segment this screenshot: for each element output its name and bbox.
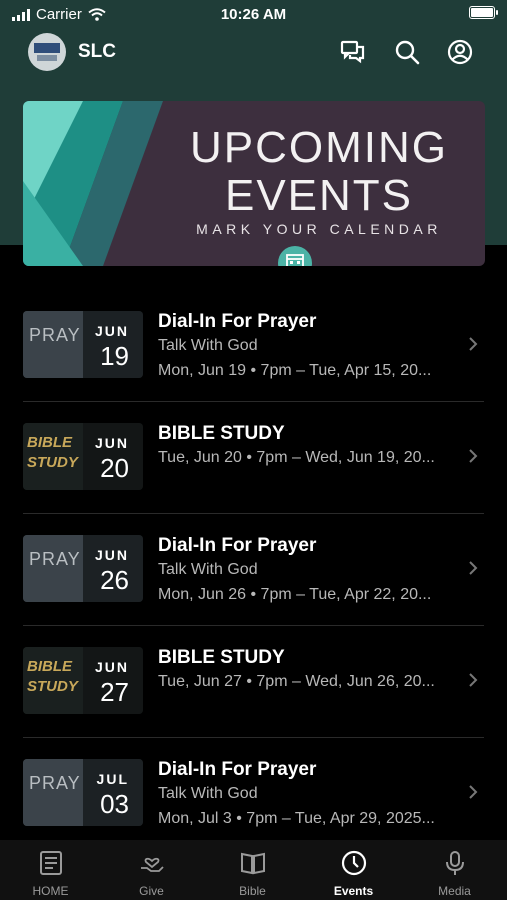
search-icon[interactable] (393, 38, 421, 66)
calendar-icon (278, 246, 312, 266)
event-subtitle: Talk With God (158, 785, 258, 802)
church-logo-avatar[interactable] (28, 33, 66, 71)
tab-media[interactable]: Media (404, 840, 505, 900)
thumbnail-text: BIBLE STUDY (27, 658, 78, 695)
event-day: 27 (100, 677, 129, 707)
event-row[interactable]: PRAY JUN 19 Dial-In For Prayer Talk With… (23, 290, 484, 402)
chevron-right-icon (469, 337, 478, 351)
event-day: 19 (100, 341, 129, 371)
event-thumbnail: PRAY JUN 19 (23, 311, 143, 378)
tab-events[interactable]: Events (303, 840, 404, 900)
event-date: Tue, Jun 20 • 7pm – Wed, Jun 19, 20... (158, 449, 435, 466)
battery-icon (469, 6, 498, 19)
home-icon (40, 851, 62, 875)
tab-label: HOME (32, 884, 69, 898)
event-subtitle: Talk With God (158, 561, 258, 578)
tab-label: Events (333, 884, 374, 898)
status-time: 10:26 AM (220, 6, 287, 23)
chevron-right-icon (469, 785, 478, 799)
bible-icon (241, 852, 265, 875)
event-month: JUL (96, 771, 129, 787)
event-title: BIBLE STUDY (158, 647, 285, 668)
thumbnail-text: PRAY (29, 325, 81, 345)
tab-bible[interactable]: Bible (202, 840, 303, 900)
chat-bubbles-icon[interactable] (339, 38, 367, 66)
event-thumbnail: BIBLE STUDY JUN 20 (23, 423, 143, 490)
event-date: Tue, Jun 27 • 7pm – Wed, Jun 26, 20... (158, 673, 435, 690)
banner-title-line1: UPCOMING (190, 123, 448, 172)
thumbnail-text: PRAY (29, 549, 81, 569)
event-row[interactable]: BIBLE STUDY JUN 27 BIBLE STUDY Tue, Jun … (23, 626, 484, 738)
event-thumbnail: PRAY JUN 26 (23, 535, 143, 602)
tab-label: Bible (239, 884, 266, 898)
event-row[interactable]: PRAY JUL 03 Dial-In For Prayer Talk With… (23, 738, 484, 849)
event-day: 03 (100, 789, 129, 819)
status-bar: Carrier 10:26 AM (0, 0, 507, 30)
event-title: Dial-In For Prayer (158, 759, 317, 780)
event-subtitle: Talk With God (158, 337, 258, 354)
event-date: Mon, Jun 26 • 7pm – Tue, Apr 22, 20... (158, 586, 432, 603)
event-month: JUN (94, 435, 129, 451)
event-thumbnail: BIBLE STUDY JUN 27 (23, 647, 143, 714)
banner-subtitle: MARK YOUR CALENDAR (196, 221, 442, 237)
event-month: JUN (94, 323, 129, 339)
chevron-right-icon (469, 449, 478, 463)
give-icon (141, 857, 164, 872)
event-month: JUN (94, 659, 129, 675)
thumbnail-text: BIBLE STUDY (27, 434, 78, 471)
profile-icon[interactable] (446, 38, 474, 66)
tab-give[interactable]: Give (101, 840, 202, 900)
tab-label: Give (139, 884, 164, 898)
event-day: 20 (100, 453, 129, 483)
event-title: Dial-In For Prayer (158, 311, 317, 332)
thumbnail-text: PRAY (29, 773, 81, 793)
microphone-icon (446, 851, 464, 875)
event-title: BIBLE STUDY (158, 423, 285, 444)
tab-home[interactable]: HOME (0, 840, 101, 900)
event-date: Mon, Jun 19 • 7pm – Tue, Apr 15, 20... (158, 362, 432, 379)
event-date: Mon, Jul 3 • 7pm – Tue, Apr 29, 2025... (158, 810, 435, 827)
event-day: 26 (100, 565, 129, 595)
event-month: JUN (94, 547, 129, 563)
event-thumbnail: PRAY JUL 03 (23, 759, 143, 826)
banner-title-line2: EVENTS (224, 171, 414, 220)
events-list: PRAY JUN 19 Dial-In For Prayer Talk With… (0, 290, 507, 849)
upcoming-events-banner[interactable]: UPCOMING EVENTS MARK YOUR CALENDAR (23, 101, 485, 266)
bottom-tab-bar: HOME Give Bible Events Media (0, 840, 507, 900)
app-header: SLC (0, 30, 507, 76)
chevron-right-icon (469, 673, 478, 687)
event-row[interactable]: PRAY JUN 26 Dial-In For Prayer Talk With… (23, 514, 484, 626)
event-row[interactable]: BIBLE STUDY JUN 20 BIBLE STUDY Tue, Jun … (23, 402, 484, 514)
tab-label: Media (438, 884, 471, 898)
chevron-right-icon (469, 561, 478, 575)
clock-icon (341, 850, 367, 876)
event-title: Dial-In For Prayer (158, 535, 317, 556)
app-title: SLC (78, 41, 116, 62)
